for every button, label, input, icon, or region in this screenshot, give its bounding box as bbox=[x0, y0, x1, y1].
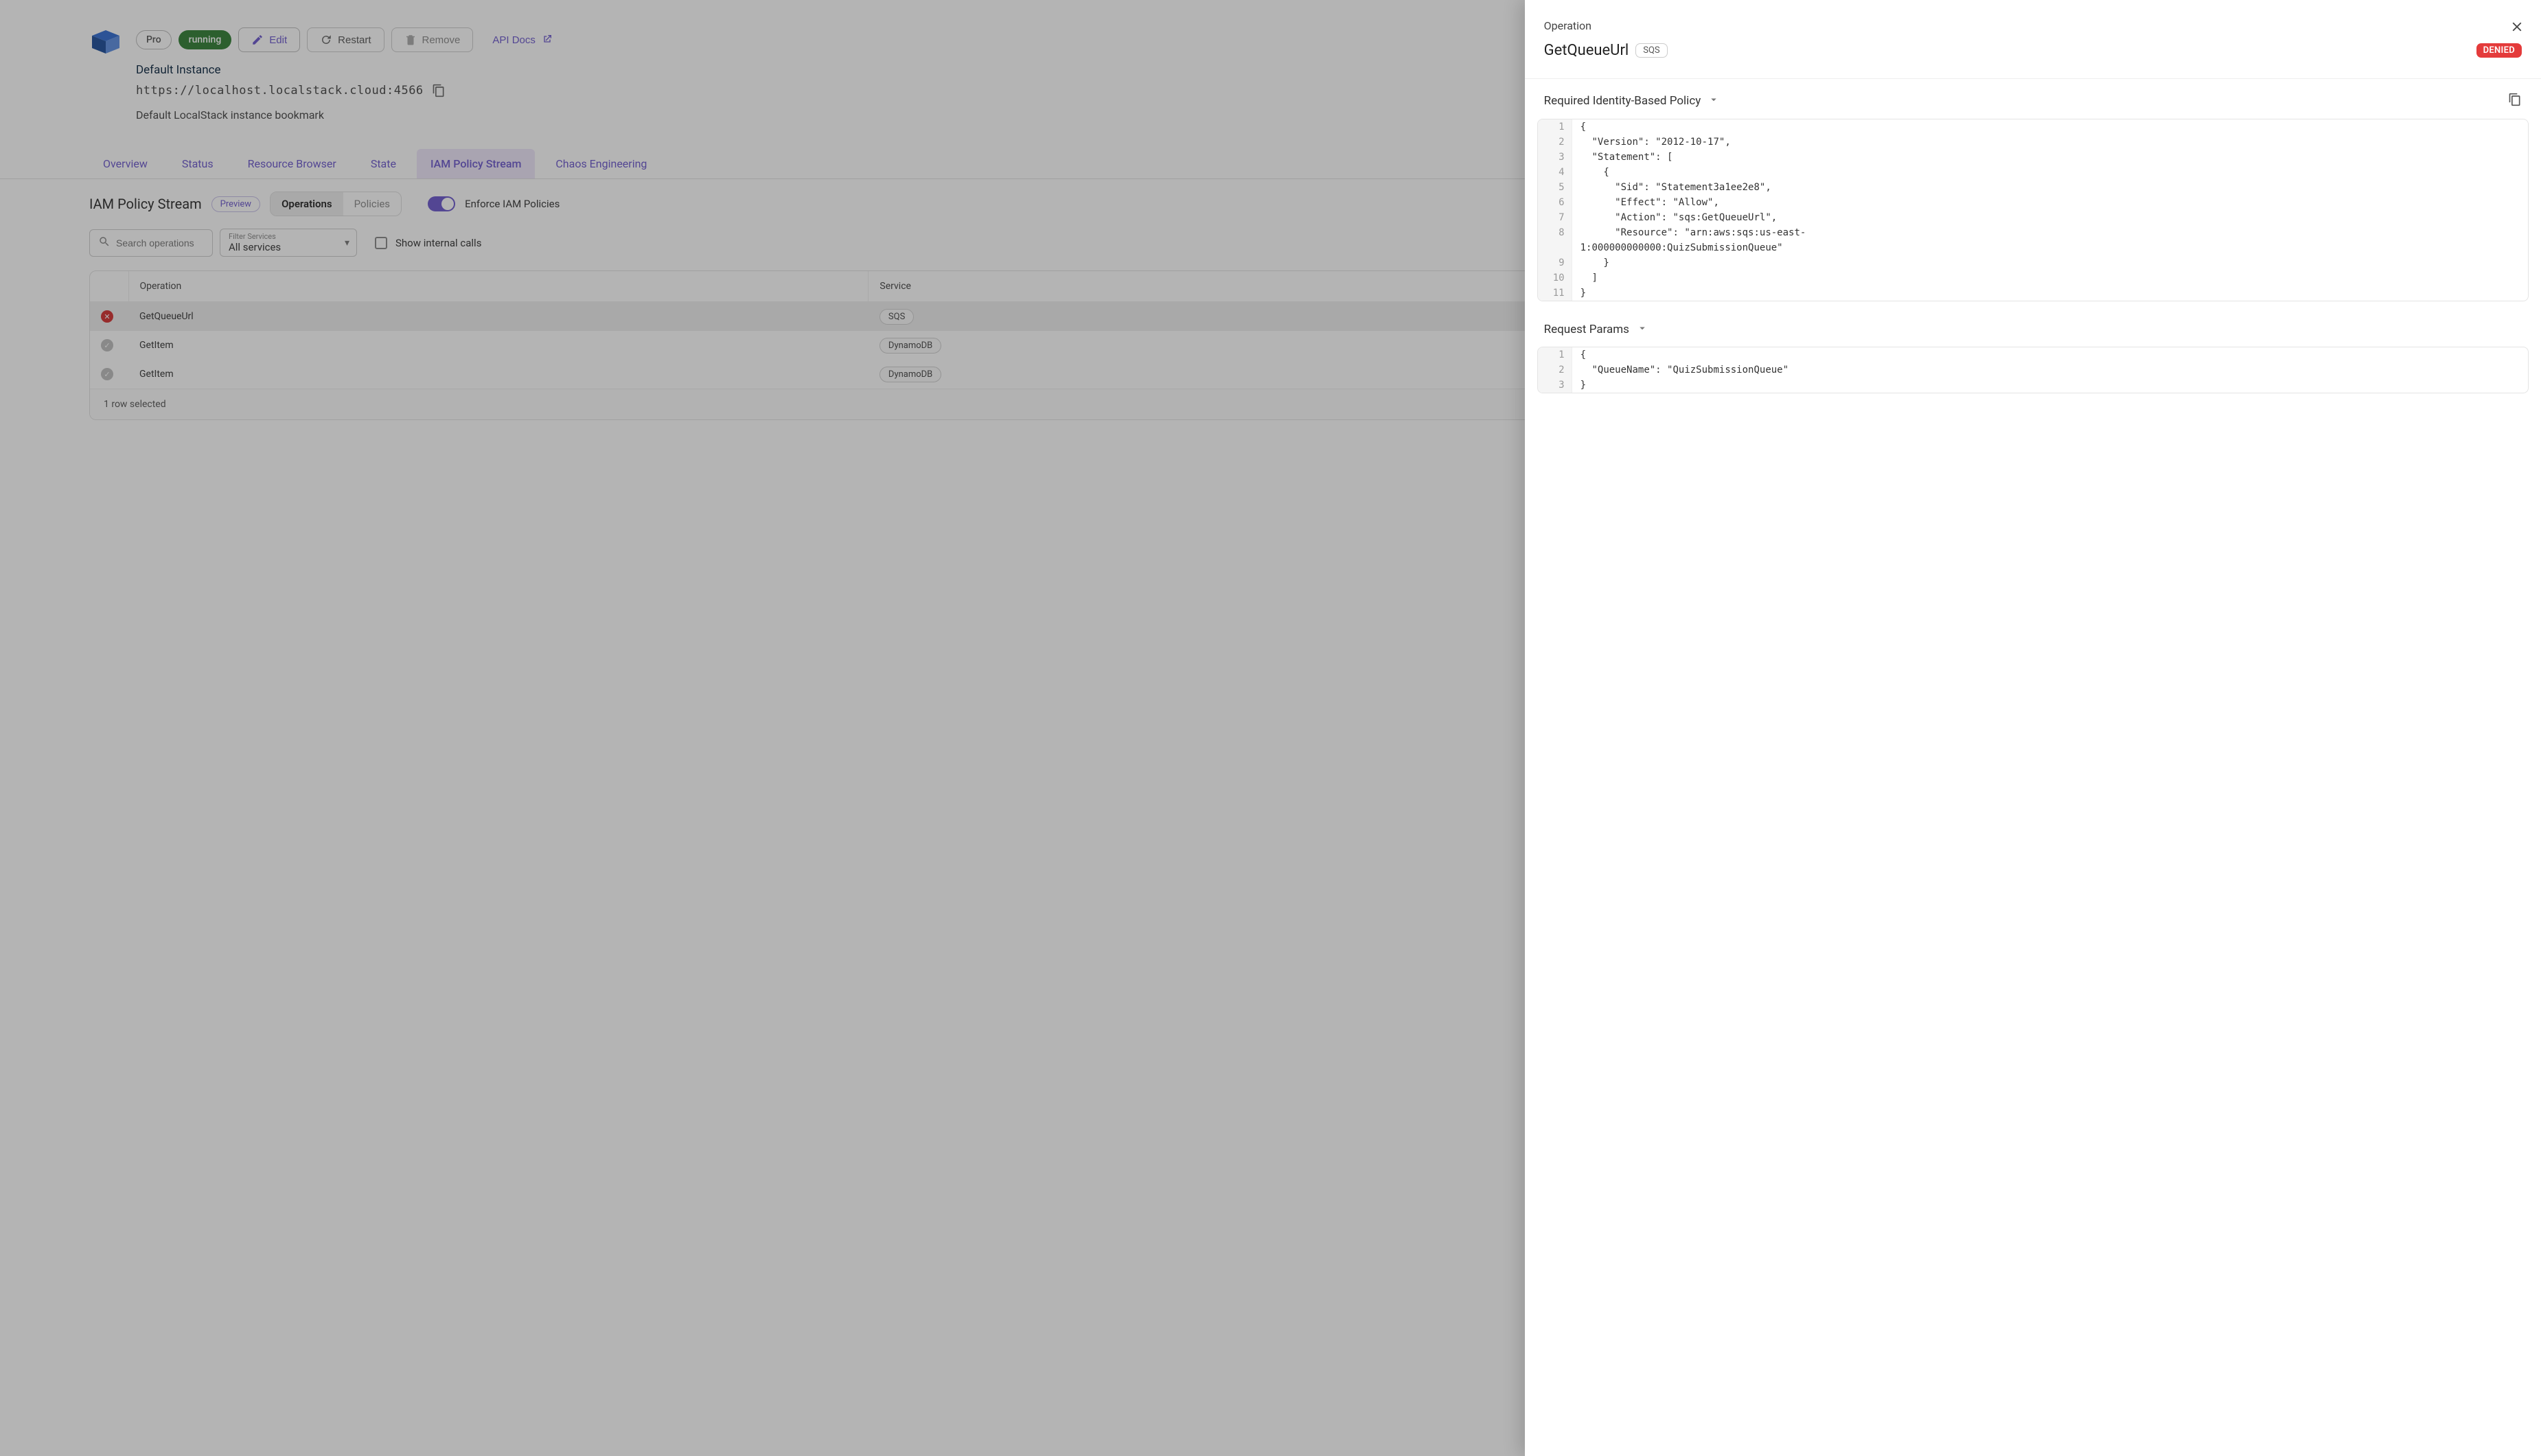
line-number: 3 bbox=[1538, 378, 1572, 393]
copy-policy-icon[interactable] bbox=[2508, 93, 2522, 109]
code-line: 1:000000000000:QuizSubmissionQueue" bbox=[1572, 240, 2528, 255]
policy-section-title: Required Identity-Based Policy bbox=[1544, 94, 1701, 108]
line-number: 8 bbox=[1538, 225, 1572, 240]
close-icon[interactable] bbox=[2509, 19, 2526, 36]
code-line: "Sid": "Statement3a1ee2e8", bbox=[1572, 180, 2528, 195]
denied-pill: DENIED bbox=[2476, 43, 2522, 58]
drawer-title: GetQueueUrl bbox=[1544, 42, 1629, 59]
code-line: "Resource": "arn:aws:sqs:us-east- bbox=[1572, 225, 2528, 240]
line-number bbox=[1538, 240, 1572, 255]
operation-drawer: Operation GetQueueUrl SQS DENIED Require… bbox=[1525, 0, 2541, 1456]
code-line: { bbox=[1572, 165, 2528, 180]
line-number: 10 bbox=[1538, 270, 1572, 286]
code-line: "Effect": "Allow", bbox=[1572, 195, 2528, 210]
code-line: ] bbox=[1572, 270, 2528, 286]
line-number: 1 bbox=[1538, 119, 1572, 135]
code-line: } bbox=[1572, 286, 2528, 301]
drawer-service-tag: SQS bbox=[1635, 43, 1667, 58]
line-number: 7 bbox=[1538, 210, 1572, 225]
code-line: } bbox=[1572, 255, 2528, 270]
params-codeblock: 1{2 "QueueName": "QuizSubmissionQueue"3} bbox=[1537, 347, 2529, 393]
line-number: 5 bbox=[1538, 180, 1572, 195]
line-number: 1 bbox=[1538, 347, 1572, 362]
code-line: { bbox=[1572, 347, 2528, 362]
line-number: 2 bbox=[1538, 135, 1572, 150]
code-line: "Statement": [ bbox=[1572, 150, 2528, 165]
line-number: 3 bbox=[1538, 150, 1572, 165]
code-line: "QueueName": "QuizSubmissionQueue" bbox=[1572, 362, 2528, 378]
line-number: 2 bbox=[1538, 362, 1572, 378]
line-number: 4 bbox=[1538, 165, 1572, 180]
line-number: 9 bbox=[1538, 255, 1572, 270]
policy-codeblock: 1{2 "Version": "2012-10-17",3 "Statement… bbox=[1537, 119, 2529, 301]
chevron-down-icon[interactable] bbox=[1636, 322, 1648, 337]
drawer-label: Operation bbox=[1544, 19, 2522, 32]
line-number: 6 bbox=[1538, 195, 1572, 210]
code-line: "Version": "2012-10-17", bbox=[1572, 135, 2528, 150]
params-section-title: Request Params bbox=[1544, 323, 1629, 336]
line-number: 11 bbox=[1538, 286, 1572, 301]
code-line: "Action": "sqs:GetQueueUrl", bbox=[1572, 210, 2528, 225]
code-line: } bbox=[1572, 378, 2528, 393]
code-line: { bbox=[1572, 119, 2528, 135]
chevron-down-icon[interactable] bbox=[1708, 93, 1720, 108]
